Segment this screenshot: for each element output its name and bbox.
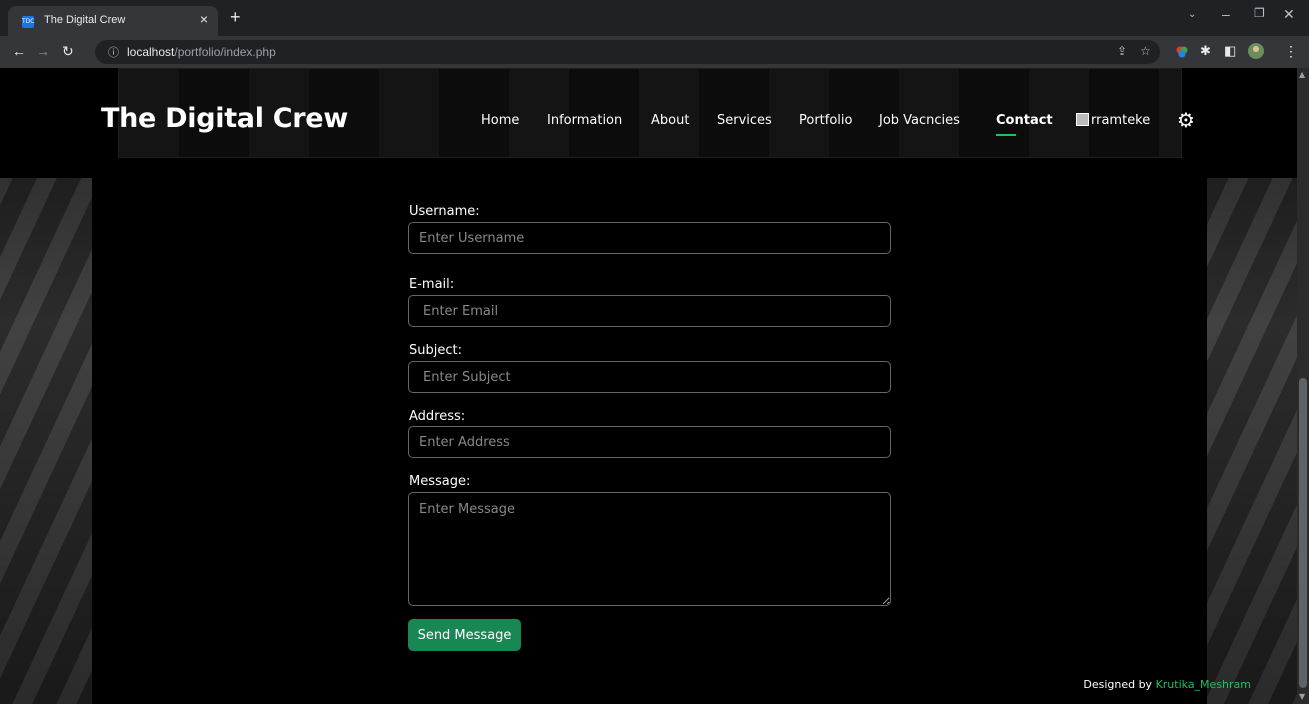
bookmark-star-icon[interactable]: ☆: [1140, 44, 1151, 58]
message-textarea[interactable]: [408, 492, 891, 606]
reload-icon[interactable]: ↻: [62, 43, 74, 60]
settings-gear-icon[interactable]: ⚙: [1177, 108, 1195, 132]
username-input[interactable]: [408, 222, 891, 254]
site-logo[interactable]: The Digital Crew: [101, 103, 348, 134]
browser-menu-icon[interactable]: ⋮: [1284, 43, 1298, 60]
nav-services[interactable]: Services: [717, 113, 772, 128]
scroll-down-icon[interactable]: ▼: [1299, 692, 1305, 701]
window-close-icon[interactable]: ✕: [1283, 6, 1295, 23]
scroll-thumb[interactable]: [1299, 378, 1307, 688]
forward-icon[interactable]: →: [36, 43, 50, 59]
tab-title: The Digital Crew: [44, 14, 126, 26]
email-label: E-mail:: [409, 277, 455, 292]
active-nav-indicator: [996, 134, 1016, 136]
url-text: localhost/portfolio/index.php: [127, 45, 276, 59]
tab-search-icon[interactable]: ⌄: [1188, 9, 1196, 20]
restore-icon[interactable]: ❐: [1254, 6, 1265, 20]
address-bar[interactable]: ⓘ localhost/portfolio/index.php ⇪ ☆: [95, 40, 1160, 64]
subject-input[interactable]: [408, 361, 891, 393]
extensions-puzzle-icon[interactable]: ✱: [1200, 43, 1211, 59]
page-viewport: The Digital Crew Home Information About …: [0, 68, 1297, 704]
browser-tab[interactable]: TDC The Digital Crew ×: [8, 6, 218, 36]
user-icon: [1076, 113, 1089, 126]
footer-credit: Designed by Krutika_Meshram: [1083, 678, 1251, 691]
url-path: /portfolio/index.php: [174, 45, 276, 59]
page-scrollbar[interactable]: ▲ ▼: [1297, 68, 1309, 704]
email-input[interactable]: [408, 295, 891, 327]
browser-tab-bar: TDC The Digital Crew × + ⌄ – ❐ ✕: [0, 0, 1309, 36]
share-icon[interactable]: ⇪: [1117, 44, 1127, 58]
address-label: Address:: [409, 409, 466, 424]
author-link[interactable]: Krutika_Meshram: [1156, 678, 1251, 691]
nav-contact[interactable]: Contact: [996, 113, 1053, 128]
nav-information[interactable]: Information: [547, 113, 622, 128]
nav-about[interactable]: About: [651, 113, 689, 128]
browser-toolbar: ← → ↻ ⓘ localhost/portfolio/index.php ⇪ …: [0, 36, 1309, 68]
profile-avatar-icon[interactable]: [1248, 43, 1264, 59]
extension-color-icon[interactable]: [1175, 45, 1189, 59]
username-label: Username:: [409, 204, 480, 219]
close-tab-icon[interactable]: ×: [200, 11, 208, 27]
site-header: The Digital Crew Home Information About …: [0, 68, 1297, 178]
side-panel-icon[interactable]: ◧: [1224, 43, 1236, 59]
nav-job-vacancies[interactable]: Job Vacncies: [879, 113, 960, 128]
nav-user-profile[interactable]: rramteke: [1091, 113, 1150, 128]
subject-label: Subject:: [409, 343, 462, 358]
nav-portfolio[interactable]: Portfolio: [799, 113, 852, 128]
new-tab-button[interactable]: +: [230, 7, 241, 28]
site-info-icon[interactable]: ⓘ: [108, 44, 119, 60]
favicon-icon: TDC: [22, 16, 34, 28]
url-host: localhost: [127, 45, 175, 59]
back-icon[interactable]: ←: [12, 43, 26, 59]
send-message-button[interactable]: Send Message: [408, 619, 521, 651]
minimize-icon[interactable]: –: [1222, 6, 1230, 22]
address-input[interactable]: [408, 426, 891, 458]
scroll-up-icon[interactable]: ▲: [1299, 70, 1305, 79]
designed-by-text: Designed by: [1083, 678, 1153, 691]
nav-home[interactable]: Home: [481, 113, 519, 128]
message-label: Message:: [409, 474, 471, 489]
